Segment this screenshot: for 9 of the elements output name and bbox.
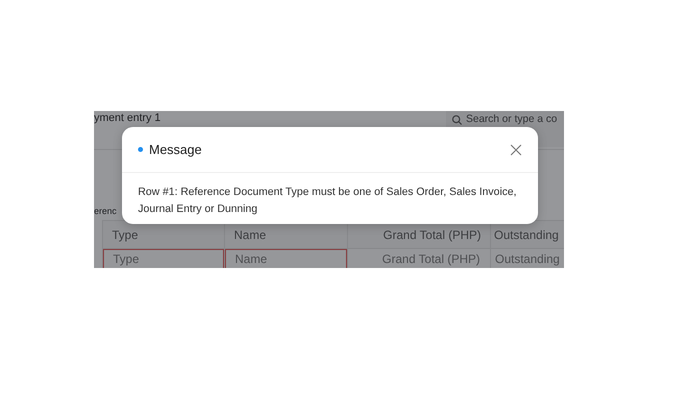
dialog-title: Message — [149, 142, 202, 157]
section-label: erenc — [94, 206, 117, 216]
column-header: Outstanding — [490, 220, 564, 248]
breadcrumb: yment entry 1 — [94, 111, 161, 124]
indicator-dot — [138, 147, 143, 152]
close-button[interactable] — [510, 144, 522, 156]
message-text: Row #1: Reference Document Type must be one of Sales Order, Sales Invoice, Journal Entry or Dunning — [137, 185, 518, 217]
close-icon — [510, 144, 522, 156]
search-icon — [452, 115, 462, 125]
